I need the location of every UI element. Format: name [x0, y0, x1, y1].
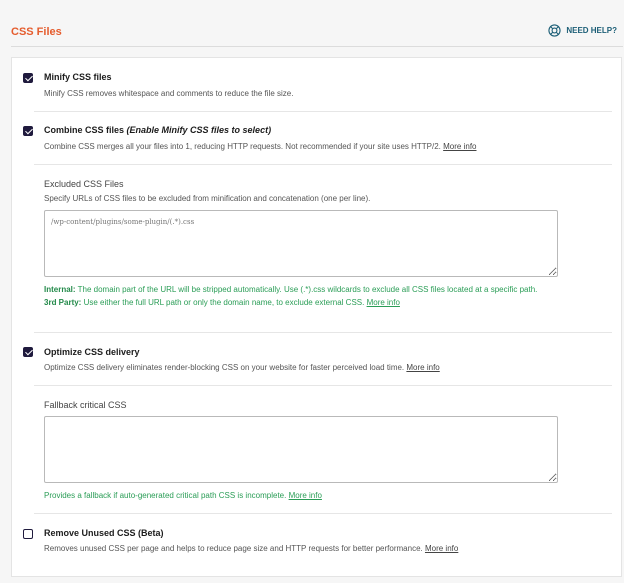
- need-help-link[interactable]: NEED HELP?: [548, 24, 617, 37]
- divider: [34, 332, 612, 333]
- fallback-css-input[interactable]: [44, 416, 558, 483]
- need-help-label: NEED HELP?: [566, 26, 617, 35]
- combine-more-info-link[interactable]: More info: [443, 142, 476, 151]
- combine-css-title-suffix: (Enable Minify CSS files to select): [126, 125, 272, 135]
- divider: [34, 111, 612, 112]
- section-header: CSS Files NEED HELP?: [11, 20, 623, 47]
- settings-card: Minify CSS files Minify CSS removes whit…: [11, 57, 622, 577]
- divider: [34, 513, 612, 514]
- minify-css-title: Minify CSS files: [44, 72, 112, 82]
- fallback-more-info-link[interactable]: More info: [289, 491, 322, 500]
- internal-label: Internal:: [44, 285, 76, 294]
- combine-css-checkbox[interactable]: [23, 126, 33, 136]
- lifebuoy-icon: [548, 24, 561, 37]
- remove-unused-css-description: Removes unused CSS per page and helps to…: [44, 544, 459, 553]
- excluded-more-info-link[interactable]: More info: [367, 298, 400, 307]
- excluded-css-description: Specify URLs of CSS files to be excluded…: [44, 194, 371, 203]
- combine-css-title: Combine CSS files (Enable Minify CSS fil…: [44, 125, 272, 135]
- excluded-css-title: Excluded CSS Files: [44, 179, 124, 189]
- divider: [34, 164, 612, 165]
- third-party-text: Use either the full URL path or only the…: [83, 298, 365, 307]
- unused-more-info-link[interactable]: More info: [425, 544, 458, 553]
- fallback-css-note: Provides a fallback if auto-generated cr…: [44, 491, 322, 500]
- remove-unused-css-title: Remove Unused CSS (Beta): [44, 528, 164, 538]
- excluded-css-notes: Internal: The domain part of the URL wil…: [44, 283, 549, 309]
- fallback-css-title: Fallback critical CSS: [44, 400, 127, 410]
- minify-css-description: Minify CSS removes whitespace and commen…: [44, 89, 294, 98]
- minify-css-checkbox[interactable]: [23, 73, 33, 83]
- optimize-css-checkbox[interactable]: [23, 347, 33, 357]
- excluded-css-input[interactable]: [44, 210, 558, 277]
- optimize-css-title: Optimize CSS delivery: [44, 347, 140, 357]
- css-files-settings-page: CSS Files NEED HELP? Minify CSS files Mi…: [0, 0, 624, 583]
- remove-unused-css-checkbox[interactable]: [23, 529, 33, 539]
- internal-text: The domain part of the URL will be strip…: [77, 285, 538, 294]
- optimize-css-description: Optimize CSS delivery eliminates render-…: [44, 363, 440, 372]
- section-title: CSS Files: [11, 26, 62, 38]
- combine-css-description: Combine CSS merges all your files into 1…: [44, 142, 477, 151]
- third-party-label: 3rd Party:: [44, 298, 82, 307]
- divider: [34, 385, 612, 386]
- optimize-more-info-link[interactable]: More info: [406, 363, 439, 372]
